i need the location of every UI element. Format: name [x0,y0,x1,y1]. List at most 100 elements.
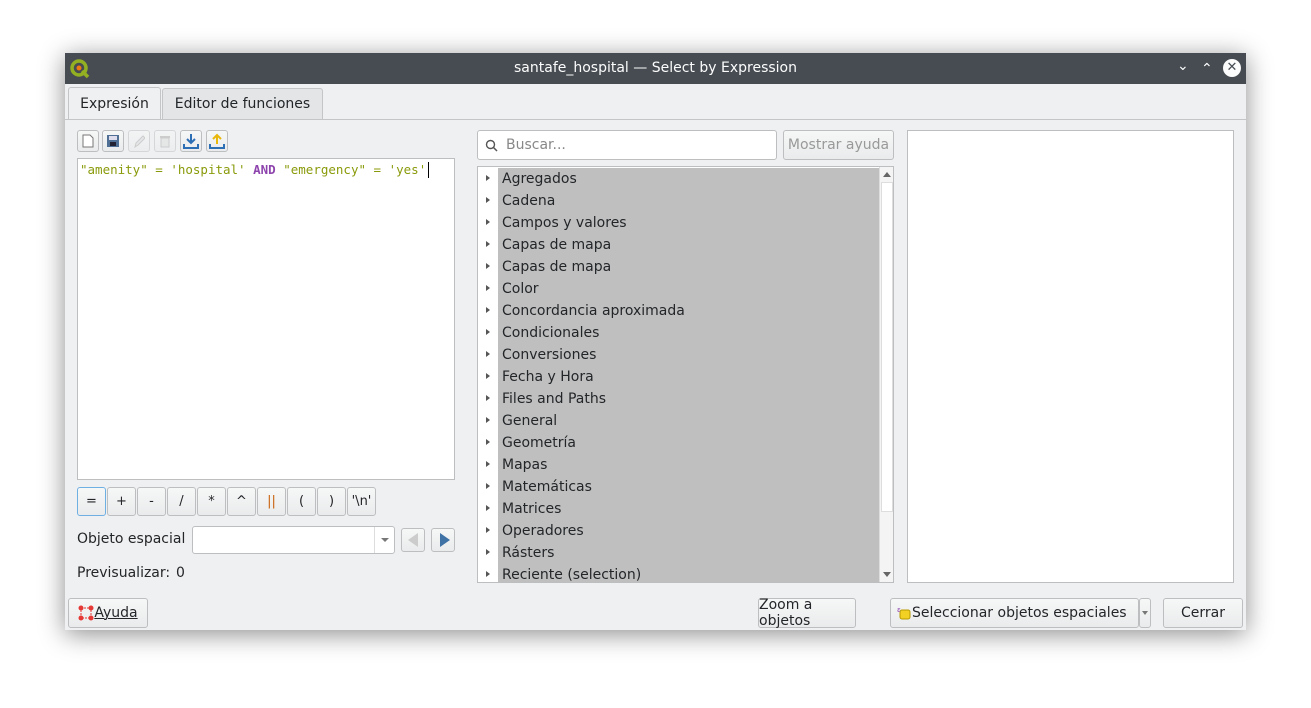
expand-arrow-icon[interactable] [486,175,490,181]
expand-arrow-icon[interactable] [486,263,490,269]
tree-item-label: Concordancia aproximada [502,303,685,319]
tree-item[interactable]: Concordancia aproximada [498,300,880,322]
expression-token: "emergency" [283,162,367,177]
operator-button[interactable]: * [197,487,226,516]
tree-item[interactable]: Files and Paths [498,388,880,410]
operator-button[interactable]: || [257,487,286,516]
tree-item[interactable]: Capas de mapa [498,234,880,256]
tree-item[interactable]: Capas de mapa [498,256,880,278]
operator-button[interactable]: / [167,487,196,516]
select-by-expression-dialog: santafe_hospital — Select by Expression … [65,53,1246,630]
tree-item-label: General [502,413,558,429]
minimize-button[interactable]: ⌄ [1177,58,1189,74]
export-icon[interactable] [206,130,228,152]
previous-feature-button[interactable] [401,528,425,552]
operator-button[interactable]: - [137,487,166,516]
tree-item[interactable]: Conversiones [498,344,880,366]
operator-button[interactable]: = [77,487,106,516]
expand-arrow-icon[interactable] [486,571,490,577]
new-file-icon[interactable] [77,130,99,152]
tree-item[interactable]: Color [498,278,880,300]
expand-arrow-icon[interactable] [486,483,490,489]
preview-value: 0 [176,565,185,581]
tree-item-label: Capas de mapa [502,237,612,253]
delete-icon[interactable] [154,130,176,152]
feature-combobox[interactable] [192,526,395,554]
close-window-button[interactable]: ✕ [1223,59,1241,77]
expand-arrow-icon[interactable] [486,373,490,379]
expand-arrow-icon[interactable] [486,307,490,313]
tree-item-label: Operadores [502,523,584,539]
expand-arrow-icon[interactable] [486,549,490,555]
expression-token: 'hospital' [170,162,246,177]
tree-item[interactable]: Operadores [498,520,880,542]
expand-arrow-icon[interactable] [486,395,490,401]
import-icon[interactable] [180,130,202,152]
tree-item[interactable]: Geometría [498,432,880,454]
tree-item-label: Files and Paths [502,391,607,407]
tree-item[interactable]: Campos y valores [498,212,880,234]
show-help-button[interactable]: Mostrar ayuda [783,130,894,160]
tree-item[interactable]: Matemáticas [498,476,880,498]
tree-item-label: Reciente (selection) [502,567,642,583]
tree-item[interactable]: Fecha y Hora [498,366,880,388]
tree-item-label: Color [502,281,539,297]
edit-icon[interactable] [128,130,150,152]
expand-arrow-icon[interactable] [486,197,490,203]
operator-button[interactable]: + [107,487,136,516]
expand-arrow-icon[interactable] [486,527,490,533]
expression-token: = [366,162,389,177]
expression-editor[interactable]: "amenity" = 'hospital' AND "emergency" =… [77,158,455,480]
search-input[interactable]: Buscar... [477,130,777,160]
tree-item[interactable]: Matrices [498,498,880,520]
operator-button[interactable]: '\n' [347,487,376,516]
operator-button[interactable]: ( [287,487,316,516]
tree-item-label: Geometría [502,435,576,451]
tree-item[interactable]: Cadena [498,190,880,212]
expand-arrow-icon[interactable] [486,285,490,291]
close-button[interactable]: Cerrar [1163,598,1243,628]
help-panel [907,130,1234,583]
tree-item[interactable]: Reciente (selection) [498,564,880,583]
tree-scrollbar[interactable] [879,167,893,582]
tree-item-label: Fecha y Hora [502,369,594,385]
scrollbar-thumb[interactable] [881,182,893,512]
search-icon [485,139,498,152]
save-icon[interactable] [102,130,124,152]
expand-arrow-icon[interactable] [486,461,490,467]
text-cursor [428,162,430,178]
expand-arrow-icon[interactable] [486,219,490,225]
tree-item-label: Matrices [502,501,562,517]
maximize-button[interactable]: ⌃ [1201,61,1213,77]
tree-item-label: Rásters [502,545,555,561]
zoom-to-features-button[interactable]: Zoom a objetos [758,597,856,629]
tree-item[interactable]: Condicionales [498,322,880,344]
tree-item[interactable]: Agregados [498,168,880,190]
expression-text: "amenity" = 'hospital' AND "emergency" =… [80,162,452,178]
select-features-button[interactable]: ε Seleccionar objetos espaciales [890,598,1139,628]
expand-arrow-icon[interactable] [486,439,490,445]
help-button[interactable]: Ayuda [68,598,148,628]
select-options-dropdown[interactable] [1139,598,1151,628]
tree-item-label: Agregados [502,171,577,187]
tree-item-label: Mapas [502,457,548,473]
operator-button[interactable]: ^ [227,487,256,516]
select-expression-icon: ε [897,606,911,620]
expand-arrow-icon[interactable] [486,351,490,357]
operator-button[interactable]: ) [317,487,346,516]
expand-arrow-icon[interactable] [486,505,490,511]
tree-item[interactable]: Rásters [498,542,880,564]
tree-item-label: Campos y valores [502,215,627,231]
tree-item-label: Capas de mapa [502,259,612,275]
expression-token: AND [245,162,284,177]
expand-arrow-icon[interactable] [486,417,490,423]
expand-arrow-icon[interactable] [486,241,490,247]
next-feature-button[interactable] [431,528,455,552]
window-title: santafe_hospital — Select by Expression [514,60,797,76]
expression-token: = [147,162,171,177]
tab-expression[interactable]: Expresión [68,87,161,120]
tree-item[interactable]: Mapas [498,454,880,476]
expand-arrow-icon[interactable] [486,329,490,335]
tree-item[interactable]: General [498,410,880,432]
tab-function-editor[interactable]: Editor de funciones [162,88,323,119]
